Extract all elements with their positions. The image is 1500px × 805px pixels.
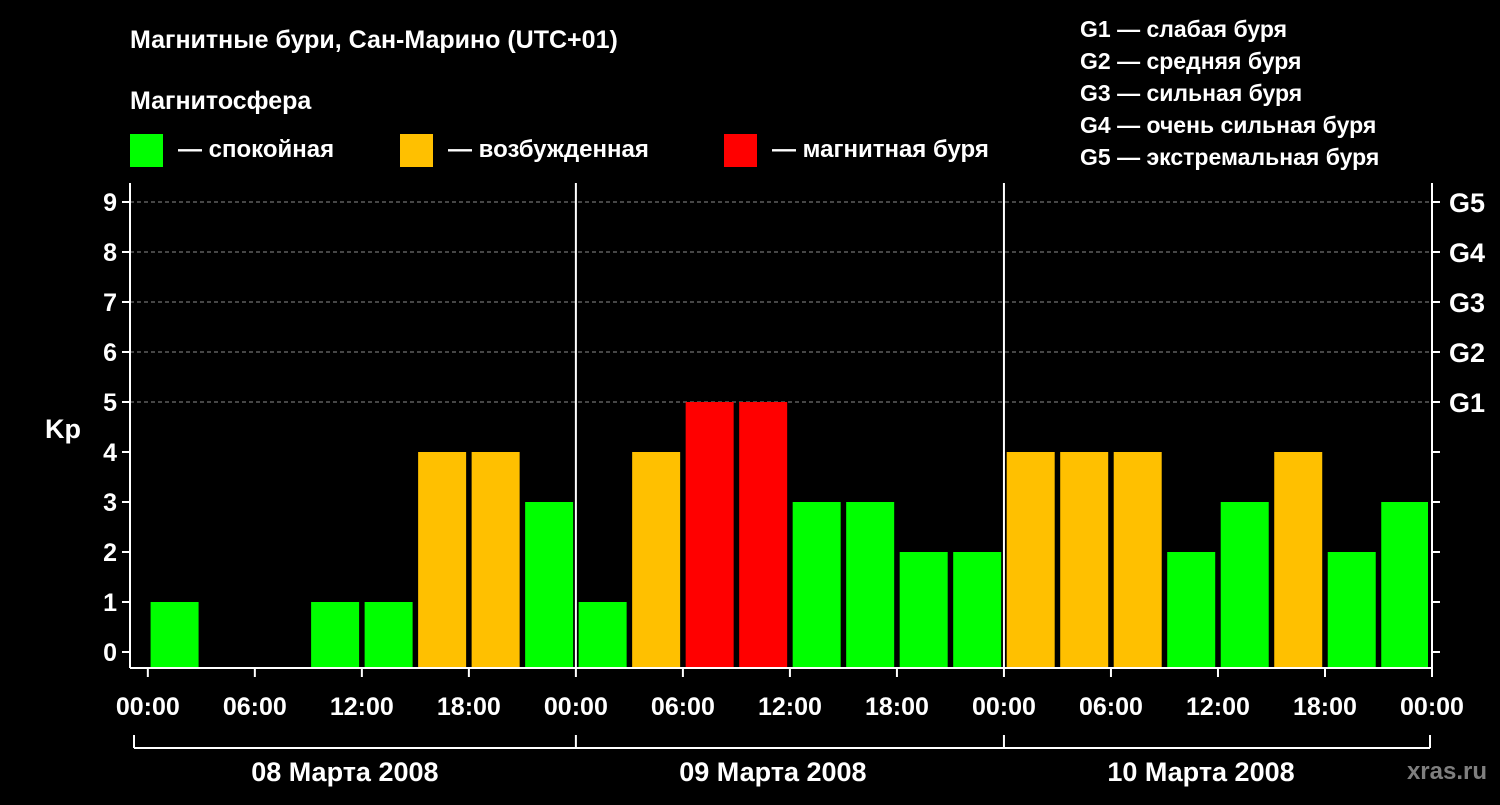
x-tick-label: 12:00 <box>1186 693 1250 721</box>
g-scale-g3: G3 — сильная буря <box>1080 80 1302 106</box>
y-tick-label: 0 <box>103 639 117 667</box>
g-level-label: G4 <box>1449 238 1485 268</box>
kp-bar <box>471 452 520 668</box>
kp-bar <box>632 452 681 668</box>
y-axis-label: Kp <box>45 414 81 444</box>
g-level-label: G5 <box>1449 188 1485 218</box>
g-level-label: G2 <box>1449 338 1485 368</box>
x-tick-label: 18:00 <box>865 693 929 721</box>
g-level-label: G1 <box>1449 388 1485 418</box>
legend-label-quiet: — спокойная <box>178 136 334 163</box>
bars <box>150 402 1428 668</box>
x-tick-label: 00:00 <box>544 693 608 721</box>
x-tick-label: 06:00 <box>651 693 715 721</box>
y-tick-label: 4 <box>103 439 117 467</box>
kp-bar <box>1006 452 1055 668</box>
legend-swatch-unsettled <box>400 134 433 167</box>
day-label: 08 Марта 2008 <box>251 757 438 787</box>
kp-bar <box>1274 452 1323 668</box>
kp-bar <box>525 502 574 668</box>
y-tick-label: 5 <box>103 389 117 417</box>
y-tick-label: 2 <box>103 539 117 567</box>
kp-bar <box>150 602 199 668</box>
g-scale-g2: G2 — средняя буря <box>1080 48 1301 74</box>
legend-label-unsettled: — возбужденная <box>448 136 649 163</box>
kp-bar <box>685 402 734 668</box>
legend-item-unsettled: — возбужденная <box>400 134 649 167</box>
kp-bar <box>418 452 467 668</box>
x-tick-label: 00:00 <box>1400 693 1464 721</box>
kp-bar <box>1381 502 1428 668</box>
kp-bar <box>792 502 841 668</box>
legend-swatch-quiet <box>130 134 163 167</box>
legend-heading: Магнитосфера <box>130 87 312 115</box>
legend-item-storm: — магнитная буря <box>724 134 989 167</box>
kp-bar <box>364 602 413 668</box>
legend-label-storm: — магнитная буря <box>772 136 989 163</box>
legend-item-quiet: — спокойная <box>130 134 334 167</box>
y-tick-label: 6 <box>103 339 117 367</box>
kp-bar <box>1060 452 1109 668</box>
x-tick-label: 06:00 <box>1079 693 1143 721</box>
kp-chart: Магнитные бури, Сан-Марино (UTC+01) Магн… <box>45 16 1487 787</box>
x-tick-label: 18:00 <box>1293 693 1357 721</box>
y-tick-label: 8 <box>103 239 117 267</box>
watermark: xras.ru <box>1407 758 1487 785</box>
x-tick-label: 18:00 <box>437 693 501 721</box>
y-tick-label: 3 <box>103 489 117 517</box>
kp-bar <box>739 402 788 668</box>
kp-bar <box>311 602 360 668</box>
g-scale-g1: G1 — слабая буря <box>1080 16 1287 42</box>
kp-bar <box>953 552 1002 668</box>
chart-title: Магнитные бури, Сан-Марино (UTC+01) <box>130 26 618 54</box>
x-tick-label: 00:00 <box>972 693 1036 721</box>
y-tick-label: 1 <box>103 589 117 617</box>
kp-bar <box>1167 552 1216 668</box>
kp-bar <box>578 602 627 668</box>
kp-bar <box>1113 452 1162 668</box>
kp-bar <box>899 552 948 668</box>
g-scale-g4: G4 — очень сильная буря <box>1080 112 1376 138</box>
day-label: 10 Марта 2008 <box>1107 757 1294 787</box>
kp-bar <box>1220 502 1269 668</box>
day-label: 09 Марта 2008 <box>679 757 866 787</box>
g-level-label: G3 <box>1449 288 1485 318</box>
x-tick-label: 12:00 <box>330 693 394 721</box>
x-tick-label: 00:00 <box>116 693 180 721</box>
legend-swatch-storm <box>724 134 757 167</box>
g-scale-g5: G5 — экстремальная буря <box>1080 144 1379 170</box>
x-tick-label: 06:00 <box>223 693 287 721</box>
y-tick-label: 7 <box>103 289 117 317</box>
kp-bar <box>1327 552 1376 668</box>
kp-bar <box>846 502 895 668</box>
y-tick-label: 9 <box>103 189 117 217</box>
x-tick-label: 12:00 <box>758 693 822 721</box>
